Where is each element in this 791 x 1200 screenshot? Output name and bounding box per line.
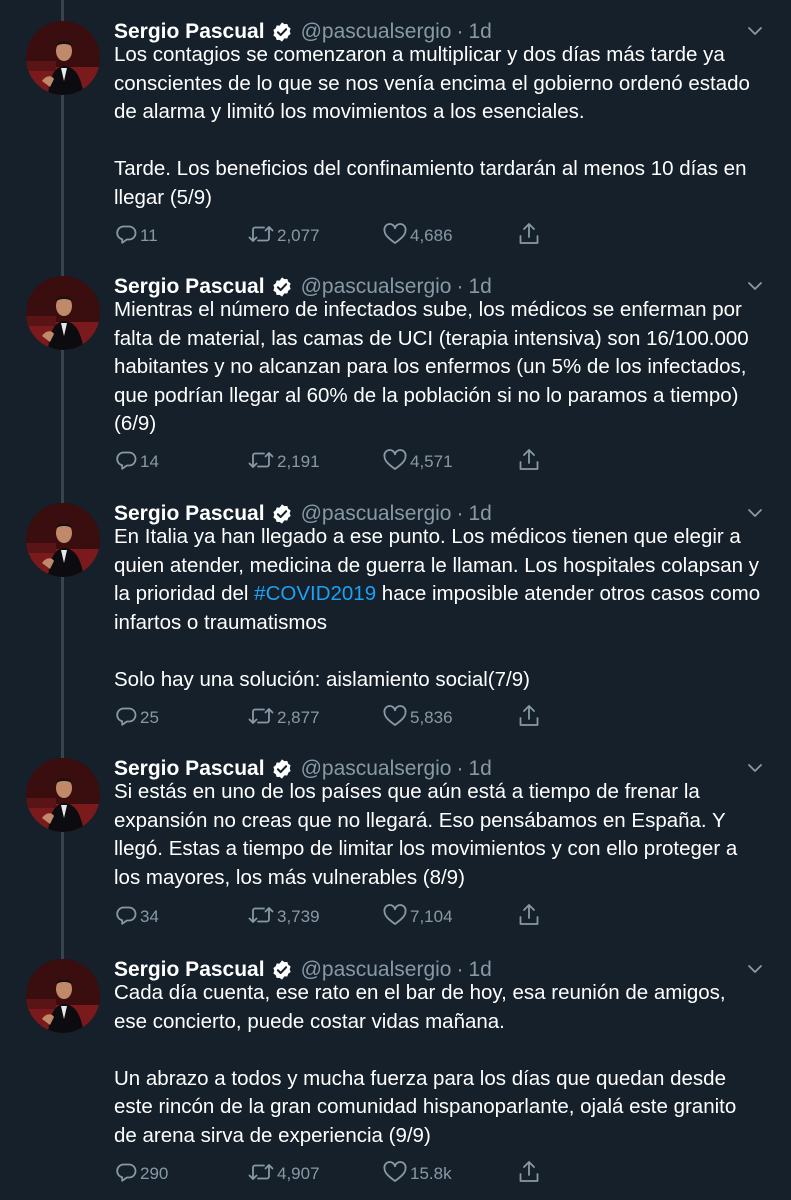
- like-count: 4,686: [410, 226, 453, 245]
- share-button[interactable]: [517, 703, 541, 734]
- share-icon: [517, 703, 541, 734]
- retweet-button[interactable]: 3,739: [247, 904, 320, 930]
- like-icon: [382, 704, 408, 733]
- tweet-paragraph: Solo hay una solución: aislamiento socia…: [114, 667, 530, 691]
- reply-icon: [114, 1160, 138, 1189]
- reply-count: 290: [140, 1164, 169, 1183]
- share-icon: [517, 447, 541, 478]
- reply-icon: [114, 222, 138, 251]
- like-button[interactable]: 7,104: [382, 903, 453, 932]
- reply-button[interactable]: 25: [114, 705, 159, 731]
- tweet-paragraph: Si estás en uno de los países que aún es…: [114, 780, 738, 889]
- avatar[interactable]: [26, 503, 100, 577]
- retweet-count: 2,877: [277, 708, 320, 727]
- verified-badge-icon: [271, 503, 293, 525]
- tweet-paragraph: Tarde. Los beneficios del confinamiento …: [114, 157, 747, 209]
- tweet-paragraph: Cada día cuenta, ese rato en el bar de h…: [114, 981, 726, 1033]
- avatar[interactable]: [26, 276, 100, 350]
- chevron-down-icon[interactable]: [743, 19, 767, 43]
- retweet-count: 4,907: [277, 1164, 320, 1183]
- like-icon: [382, 1160, 408, 1189]
- tweet-text: En Italia ya han llegado a ese punto. Lo…: [114, 523, 764, 694]
- retweet-button[interactable]: 2,191: [247, 449, 320, 475]
- tweet-text: Si estás en uno de los países que aún es…: [114, 778, 764, 892]
- tweet-text: Mientras el número de infectados sube, l…: [114, 296, 764, 439]
- avatar[interactable]: [26, 21, 100, 95]
- retweet-button[interactable]: 2,877: [247, 705, 320, 731]
- reply-button[interactable]: 11: [114, 223, 158, 249]
- like-count: 5,836: [410, 708, 453, 727]
- share-icon: [517, 1159, 541, 1190]
- reply-count: 34: [140, 907, 159, 926]
- like-icon: [382, 222, 408, 251]
- retweet-button[interactable]: 2,077: [247, 223, 320, 249]
- tweet-paragraph: Los contagios se comenzaron a multiplica…: [114, 43, 750, 123]
- tweet-paragraph: Un abrazo a todos y mucha fuerza para lo…: [114, 1066, 737, 1147]
- avatar[interactable]: [26, 959, 100, 1033]
- share-button[interactable]: [517, 447, 541, 478]
- reply-icon: [114, 704, 138, 733]
- tweet-text: Los contagios se comenzaron a multiplica…: [114, 41, 764, 212]
- chevron-down-icon[interactable]: [743, 957, 767, 981]
- like-icon: [382, 448, 408, 477]
- retweet-icon: [247, 704, 275, 733]
- share-button[interactable]: [517, 221, 541, 252]
- avatar[interactable]: [26, 758, 100, 832]
- like-count: 7,104: [410, 907, 453, 926]
- retweet-count: 2,191: [277, 452, 320, 471]
- tweet-text: Cada día cuenta, ese rato en el bar de h…: [114, 979, 764, 1150]
- like-button[interactable]: 5,836: [382, 704, 453, 733]
- reply-icon: [114, 903, 138, 932]
- like-button[interactable]: 15.8k: [382, 1160, 452, 1189]
- verified-badge-icon: [271, 276, 293, 298]
- reply-button[interactable]: 290: [114, 1161, 168, 1187]
- retweet-icon: [247, 448, 275, 477]
- verified-badge-icon: [271, 758, 293, 780]
- share-icon: [517, 902, 541, 933]
- retweet-count: 3,739: [277, 907, 320, 926]
- retweet-icon: [247, 1160, 275, 1189]
- chevron-down-icon[interactable]: [743, 756, 767, 780]
- share-button[interactable]: [517, 902, 541, 933]
- retweet-count: 2,077: [277, 226, 320, 245]
- retweet-icon: [247, 222, 275, 251]
- chevron-down-icon[interactable]: [743, 274, 767, 298]
- share-button[interactable]: [517, 1159, 541, 1190]
- like-count: 4,571: [410, 452, 453, 471]
- share-icon: [517, 221, 541, 252]
- reply-count: 25: [140, 708, 159, 727]
- retweet-button[interactable]: 4,907: [247, 1161, 320, 1187]
- reply-button[interactable]: 14: [114, 449, 159, 475]
- like-count: 15.8k: [410, 1164, 452, 1183]
- retweet-icon: [247, 903, 275, 932]
- hashtag-link[interactable]: #COVID2019: [254, 582, 376, 605]
- reply-count: 14: [140, 452, 159, 471]
- like-button[interactable]: 4,571: [382, 448, 453, 477]
- chevron-down-icon[interactable]: [743, 501, 767, 525]
- tweet-paragraph: Mientras el número de infectados sube, l…: [114, 298, 749, 435]
- like-button[interactable]: 4,686: [382, 222, 453, 251]
- reply-button[interactable]: 34: [114, 904, 159, 930]
- verified-badge-icon: [271, 959, 293, 981]
- tweet-paragraph: En Italia ya han llegado a ese punto. Lo…: [114, 525, 761, 634]
- verified-badge-icon: [271, 21, 293, 43]
- reply-count: 11: [140, 226, 158, 245]
- reply-icon: [114, 448, 138, 477]
- like-icon: [382, 903, 408, 932]
